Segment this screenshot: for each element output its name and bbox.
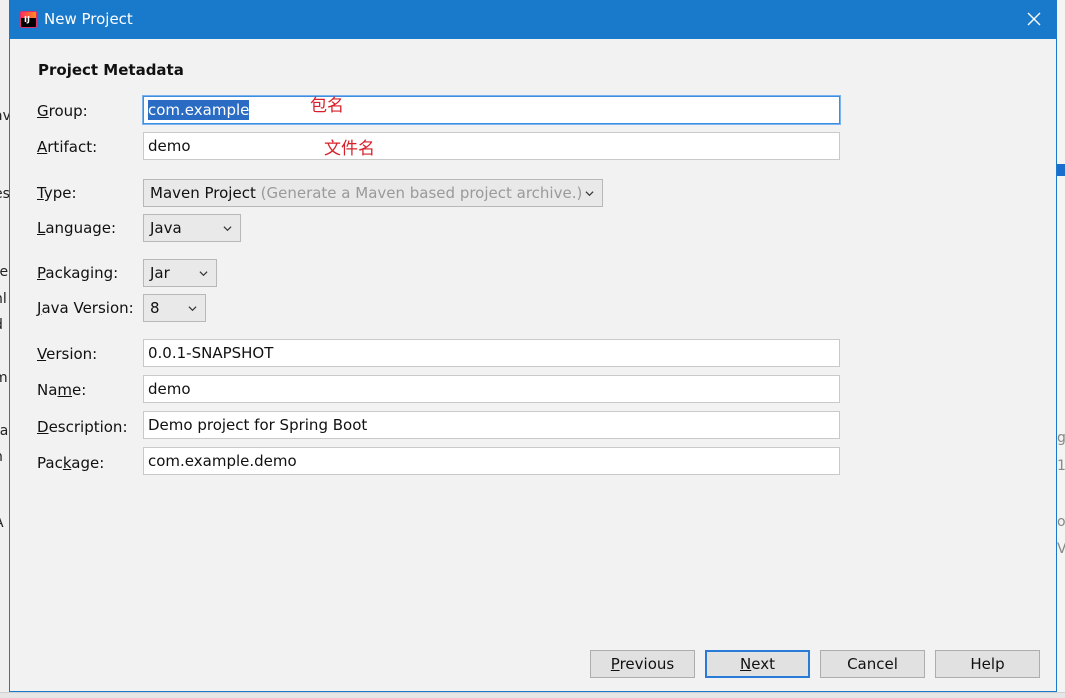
bg-text-fragment: n (0, 449, 3, 465)
bg-text-fragment: re (0, 264, 9, 280)
java-version-dropdown-value: 8 (150, 299, 160, 317)
chevron-down-icon (585, 191, 594, 197)
language-dropdown-value: Java (150, 219, 182, 237)
artifact-input[interactable]: demo (143, 132, 840, 160)
next-button[interactable]: Next (705, 650, 810, 678)
language-dropdown[interactable]: Java (143, 214, 241, 242)
background-window-right: g 1 o V (1056, 0, 1065, 698)
bg-text-fragment: A (0, 515, 4, 531)
artifact-annotation: 文件名 (324, 139, 375, 159)
section-title: Project Metadata (38, 61, 184, 79)
name-input-value: demo (148, 380, 191, 398)
language-label: Language: (37, 219, 117, 237)
bg-text-fragment: nl (0, 291, 7, 307)
bg-text-fragment: o (1057, 514, 1065, 530)
group-input[interactable]: com.example (143, 96, 840, 124)
packaging-dropdown-value: Jar (150, 264, 170, 282)
title-bar[interactable]: IJ New Project (10, 1, 1056, 39)
packaging-label: Packaging: (37, 264, 119, 282)
group-annotation: 包名 (310, 96, 344, 116)
close-icon[interactable] (1024, 9, 1044, 29)
package-input[interactable]: com.example.demo (143, 447, 840, 475)
bg-text-fragment: g (1057, 430, 1065, 446)
type-label: Type: (37, 184, 77, 202)
description-input[interactable]: Demo project for Spring Boot (143, 411, 840, 439)
cancel-button[interactable]: Cancel (820, 650, 925, 678)
bg-text-fragment: 1 (1057, 458, 1065, 474)
bg-text-fragment: ra (0, 423, 9, 439)
package-input-value: com.example.demo (148, 452, 297, 470)
version-label: Version: (37, 345, 98, 363)
chevron-down-icon (223, 226, 232, 232)
description-input-value: Demo project for Spring Boot (148, 416, 368, 434)
version-input-value: 0.0.1-SNAPSHOT (148, 344, 274, 362)
help-button[interactable]: Help (935, 650, 1040, 678)
bg-text-fragment: m (0, 370, 8, 386)
group-input-value: com.example (148, 100, 250, 120)
packaging-dropdown[interactable]: Jar (143, 259, 217, 287)
window-title: New Project (44, 10, 133, 28)
new-project-dialog: IJ New Project Project Metadata Group: c… (9, 0, 1057, 692)
intellij-app-icon: IJ (20, 11, 37, 28)
name-label: Name: (37, 381, 87, 399)
java-version-dropdown[interactable]: 8 (143, 294, 206, 322)
type-dropdown[interactable]: Maven Project (Generate a Maven based pr… (143, 179, 603, 207)
package-label: Package: (37, 454, 105, 472)
artifact-input-value: demo (148, 137, 191, 155)
bg-text-fragment: d (0, 317, 3, 333)
bg-text-fragment: V (1057, 541, 1065, 557)
type-dropdown-value: Maven Project (150, 184, 256, 202)
version-input[interactable]: 0.0.1-SNAPSHOT (143, 339, 840, 367)
name-input[interactable]: demo (143, 375, 840, 403)
artifact-label: Artifact: (37, 138, 98, 156)
java-version-label: Java Version: (37, 299, 134, 317)
previous-button[interactable]: Previous (590, 650, 695, 678)
bg-accent-bar (1057, 164, 1065, 176)
description-label: Description: (37, 418, 128, 436)
chevron-down-icon (188, 306, 197, 312)
background-window-bottom (0, 692, 1065, 698)
chevron-down-icon (199, 271, 208, 277)
group-label: Group: (37, 102, 88, 120)
type-dropdown-hint: (Generate a Maven based project archive.… (260, 184, 583, 202)
